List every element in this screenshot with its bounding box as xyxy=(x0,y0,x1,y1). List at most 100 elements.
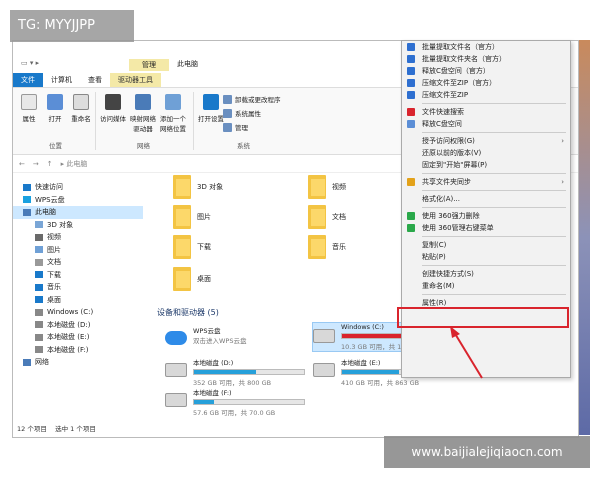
tab-view[interactable]: 查看 xyxy=(80,73,110,87)
drive-caption: 410 GB 可用，共 863 GB xyxy=(341,379,420,387)
folder-item[interactable]: 视频 xyxy=(308,175,346,199)
nav-item-label: 此电脑 xyxy=(35,208,56,217)
folder-icon xyxy=(173,175,191,199)
context-menu-item[interactable]: 格式化(A)... xyxy=(402,193,570,205)
context-menu-item[interactable]: 压缩文件至ZIP（官方） xyxy=(402,77,570,89)
back-icon[interactable]: ← xyxy=(19,160,25,168)
context-menu-item[interactable]: 批量提取文件名（官方） xyxy=(402,41,570,53)
folder-item[interactable]: 桌面 xyxy=(173,267,211,291)
navigation-pane: 快速访问 WPS云盘 此电脑 3D 对象 视频 图片 文档 下载 音乐 桌面 Windows (C:… xyxy=(13,181,143,429)
context-menu-item[interactable]: 创建快捷方式(S) xyxy=(402,268,570,280)
menu-item-label: 重命名(M) xyxy=(422,282,455,290)
drive-item[interactable]: WPS云盘 双击进入WPS云盘 xyxy=(165,325,305,345)
context-menu-item[interactable]: 共享文件夹同步 › xyxy=(402,176,570,188)
nav-item[interactable]: 音乐 xyxy=(13,281,143,294)
uninstall-program-link[interactable]: 卸载或更改程序 xyxy=(223,94,281,104)
nav-item-icon xyxy=(35,283,43,291)
menu-item-icon xyxy=(407,108,415,116)
drive-info: 本地磁盘 (D:) 352 GB 可用，共 800 GB xyxy=(193,357,305,387)
folder-label: 视频 xyxy=(332,183,346,191)
nav-item-label: 桌面 xyxy=(47,295,61,304)
tab-file[interactable]: 文件 xyxy=(13,73,43,87)
menu-item-icon xyxy=(407,91,415,99)
nav-item[interactable]: 此电脑 xyxy=(13,206,143,219)
context-menu-item[interactable]: 文件快速搜索 xyxy=(402,106,570,118)
context-menu-item[interactable]: 释放C盘空间（官方） xyxy=(402,65,570,77)
checkmark-icon xyxy=(21,94,37,110)
add-network-location-button[interactable]: 添加一个网络位置 xyxy=(159,94,187,133)
nav-item-icon xyxy=(35,271,43,279)
manage-link[interactable]: 管理 xyxy=(223,122,248,132)
drive-item[interactable]: 本地磁盘 (F:) 57.6 GB 可用，共 70.0 GB xyxy=(165,387,305,417)
quick-access-toolbar-icons[interactable]: ▭ ▾ ▸ xyxy=(21,59,39,67)
map-network-drive-button[interactable]: 映射网络驱动器 xyxy=(129,94,157,133)
forward-icon[interactable]: → xyxy=(33,160,39,168)
nav-item[interactable]: 视频 xyxy=(13,231,143,244)
nav-item[interactable]: WPS云盘 xyxy=(13,194,143,207)
drive-caption: 双击进入WPS云盘 xyxy=(193,337,247,345)
open-settings-button[interactable]: 打开设置 xyxy=(197,94,225,123)
menu-item-icon xyxy=(407,212,415,220)
folder-item[interactable]: 3D 对象 xyxy=(173,175,223,199)
menu-separator xyxy=(422,207,566,208)
nav-item[interactable]: 网络 xyxy=(13,356,143,369)
nav-item[interactable]: 图片 xyxy=(13,244,143,257)
folder-item[interactable]: 下载 xyxy=(173,235,211,259)
context-menu-item[interactable]: 还原以前的版本(V) xyxy=(402,147,570,159)
context-menu-item[interactable]: 授予访问权限(G) › xyxy=(402,135,570,147)
manage-context-tab[interactable]: 管理 xyxy=(129,59,169,71)
nav-item[interactable]: 本地磁盘 (F:) xyxy=(13,344,143,357)
nav-item[interactable]: 桌面 xyxy=(13,294,143,307)
drive-item[interactable]: 本地磁盘 (D:) 352 GB 可用，共 800 GB xyxy=(165,357,305,387)
tab-computer[interactable]: 计算机 xyxy=(43,73,80,87)
up-icon[interactable]: ↑ xyxy=(47,160,53,168)
folder-label: 音乐 xyxy=(332,243,346,251)
context-menu-item[interactable]: 复制(C) xyxy=(402,239,570,251)
menu-item-icon xyxy=(407,43,415,51)
chevron-right-icon: › xyxy=(561,137,564,145)
context-menu-item[interactable]: 使用 360管理右键菜单 xyxy=(402,222,570,234)
nav-item-icon xyxy=(35,246,43,254)
folder-item[interactable]: 音乐 xyxy=(308,235,346,259)
system-properties-link[interactable]: 系统属性 xyxy=(223,108,261,118)
context-menu-item[interactable]: 释放C盘空间 xyxy=(402,118,570,130)
nav-item[interactable]: 文档 xyxy=(13,256,143,269)
folder-item[interactable]: 图片 xyxy=(173,205,211,229)
section-devices-drives[interactable]: 设备和驱动器 (5) xyxy=(157,307,219,318)
nav-item[interactable]: 快速访问 xyxy=(13,181,143,194)
nav-item[interactable]: Windows (C:) xyxy=(13,306,143,319)
folder-icon xyxy=(173,205,191,229)
nav-item[interactable]: 本地磁盘 (E:) xyxy=(13,331,143,344)
nav-item-icon xyxy=(23,196,31,204)
context-menu-item[interactable]: 固定到"开始"屏幕(P) xyxy=(402,159,570,171)
context-menu-item[interactable]: 重命名(M) xyxy=(402,280,570,292)
menu-item-label: 粘贴(P) xyxy=(422,253,446,261)
context-menu-item[interactable]: 压缩文件至ZIP xyxy=(402,89,570,101)
folder-item[interactable]: 文档 xyxy=(308,205,346,229)
menu-item-label: 压缩文件至ZIP xyxy=(422,91,469,99)
tab-drive-tools[interactable]: 驱动器工具 xyxy=(110,73,161,87)
nav-item[interactable]: 3D 对象 xyxy=(13,219,143,232)
context-menu-item[interactable]: 批量提取文件夹名（官方） xyxy=(402,53,570,65)
chevron-right-icon: › xyxy=(561,178,564,186)
rename-button[interactable]: 重命名 xyxy=(67,94,95,123)
nav-item[interactable]: 本地磁盘 (D:) xyxy=(13,319,143,332)
hard-drive-icon xyxy=(165,363,187,377)
breadcrumb[interactable]: ▸ 此电脑 xyxy=(61,159,88,169)
context-menu-item[interactable]: 使用 360强力删除 xyxy=(402,210,570,222)
menu-separator xyxy=(422,190,566,191)
nav-item[interactable]: 下载 xyxy=(13,269,143,282)
divider xyxy=(193,92,194,150)
menu-item-label: 释放C盘空间（官方） xyxy=(422,67,490,75)
group-system: 系统 xyxy=(237,142,250,150)
properties-button[interactable]: 属性 xyxy=(15,94,43,123)
drive-usage-fill xyxy=(194,370,256,374)
nav-item-label: 网络 xyxy=(35,358,49,367)
drive-info: WPS云盘 双击进入WPS云盘 xyxy=(193,325,305,345)
context-menu-item[interactable]: 粘贴(P) xyxy=(402,251,570,263)
open-button[interactable]: 打开 xyxy=(41,94,69,123)
folder-icon xyxy=(173,235,191,259)
folder-icon xyxy=(308,175,326,199)
gear-icon xyxy=(203,94,219,110)
access-media-button[interactable]: 访问媒体 xyxy=(99,94,127,123)
